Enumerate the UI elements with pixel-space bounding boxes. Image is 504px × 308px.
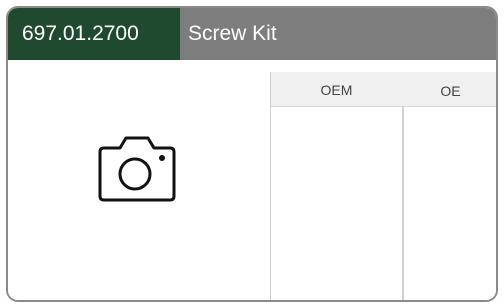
reference-table: OEM OE [270, 72, 496, 300]
oem-column [271, 107, 402, 300]
part-number: 697.01.2700 [8, 8, 180, 60]
product-image-placeholder[interactable] [8, 60, 270, 300]
camera-icon [98, 136, 176, 202]
reference-table-header: OEM OE [271, 72, 496, 107]
product-header: 697.01.2700 Screw Kit [8, 8, 496, 60]
oe-column-header: OE [440, 83, 461, 99]
oe-column [404, 107, 496, 300]
product-card[interactable]: 697.01.2700 Screw Kit OEM OE [6, 6, 498, 302]
product-name: Screw Kit [188, 22, 277, 45]
oem-column-header: OEM [320, 82, 353, 98]
